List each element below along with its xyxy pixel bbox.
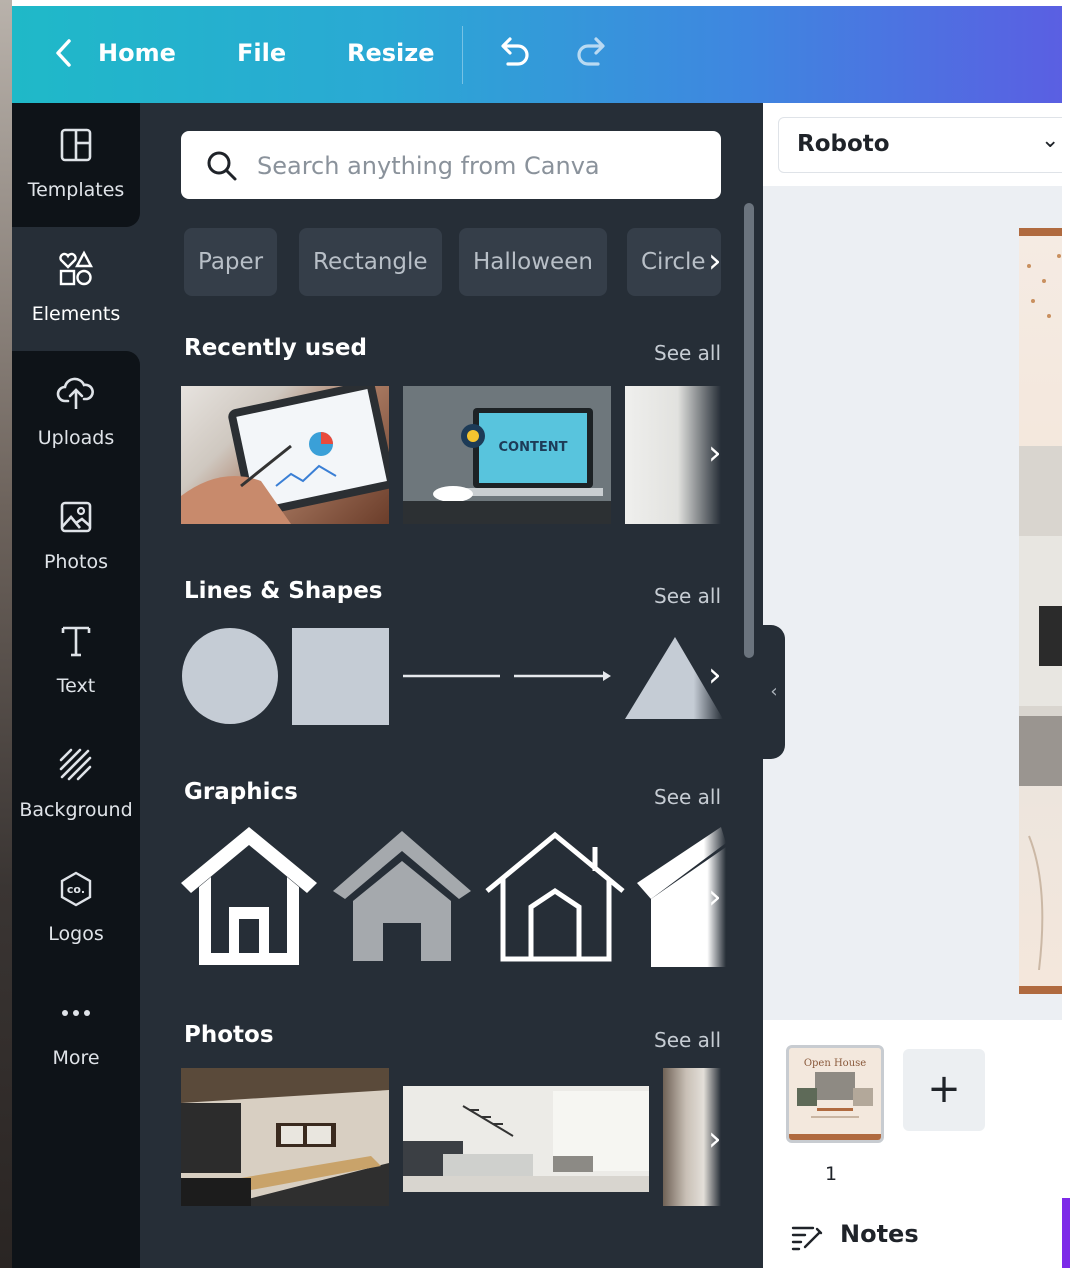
font-selector[interactable]: Roboto ⌄ (778, 117, 1062, 173)
notes-icon[interactable] (791, 1223, 823, 1255)
sidebar-item-text[interactable]: Text (12, 599, 140, 723)
page-number: 1 (825, 1163, 838, 1185)
shape-square[interactable] (292, 628, 389, 725)
canva-editor-window: Home File Resize Templates Elements Uplo… (12, 6, 1062, 1268)
more-dots-icon (56, 993, 96, 1033)
pages-strip: Open House 1 + Notes (763, 1020, 1062, 1268)
sidebar-item-label: Logos (48, 923, 104, 945)
section-title-shapes: Lines & Shapes (184, 578, 383, 604)
photo-thumb-living-room[interactable] (403, 1086, 649, 1192)
house-filled-graphic[interactable] (333, 831, 471, 961)
chevron-down-icon: ⌄ (1041, 128, 1060, 153)
elements-icon (56, 249, 96, 289)
sidebar-item-templates[interactable]: Templates (12, 103, 140, 227)
photo-icon (56, 497, 96, 537)
search-icon (205, 149, 239, 187)
recent-thumb-tablet-photo[interactable] (181, 386, 389, 524)
graphics-next-arrow-icon[interactable]: › (708, 877, 722, 917)
chip-paper[interactable]: Paper (184, 228, 278, 296)
background-strip (0, 0, 12, 1268)
editor-canvas-area: Roboto ⌄ ‹ Open House 1 + Notes (763, 103, 1062, 1268)
design-page-preview[interactable] (1019, 228, 1062, 994)
shapes-next-arrow-icon[interactable]: › (708, 655, 722, 695)
sidebar-item-logos[interactable]: co. Logos (12, 847, 140, 971)
sidebar-item-elements[interactable]: Elements (12, 227, 140, 351)
section-title-photos: Photos (184, 1022, 274, 1048)
house-outline-graphic[interactable] (181, 827, 317, 965)
shape-circle[interactable] (182, 628, 278, 724)
page-thumb-title: Open House (804, 1058, 866, 1069)
home-button[interactable]: Home (98, 39, 176, 67)
svg-text:co.: co. (67, 883, 85, 896)
photo-thumb-kitchen[interactable] (181, 1068, 389, 1206)
templates-icon (56, 125, 96, 165)
redo-icon[interactable] (574, 36, 610, 74)
resize-button[interactable]: Resize (347, 39, 435, 67)
recent-thumb-content-laptop[interactable]: CONTENT (403, 386, 611, 524)
graphics-row (181, 827, 726, 967)
recent-thumb-texture[interactable] (625, 386, 721, 524)
top-toolbar: Home File Resize (12, 6, 1062, 103)
background-hatch-icon (56, 745, 96, 785)
sidebar-item-label: Text (56, 675, 96, 697)
see-all-shapes-link[interactable]: See all (654, 584, 721, 608)
chip-rectangle[interactable]: Rectangle (299, 228, 442, 296)
sidebar-item-more[interactable]: More (12, 971, 140, 1095)
shapes-row (182, 628, 723, 725)
search-input[interactable]: Search anything from Canva (257, 152, 600, 180)
sidebar-item-label: Photos (43, 551, 109, 573)
upload-cloud-icon (56, 373, 96, 413)
add-page-button[interactable]: + (903, 1049, 985, 1131)
accent-edge (1062, 1198, 1070, 1268)
photos-next-arrow-icon[interactable]: › (708, 1119, 722, 1159)
chips-next-arrow-icon[interactable]: › (708, 241, 722, 281)
side-nav: Templates Elements Uploads Photos Text B… (12, 103, 140, 1268)
chip-halloween[interactable]: Halloween (459, 228, 607, 296)
file-menu[interactable]: File (237, 39, 286, 67)
house-line-graphic[interactable] (485, 831, 625, 962)
undo-icon[interactable] (496, 36, 532, 74)
sidebar-item-label: Elements (31, 303, 121, 325)
recent-next-arrow-icon[interactable]: › (708, 433, 722, 473)
page-1-thumbnail[interactable]: Open House (786, 1045, 884, 1143)
section-title-recent: Recently used (184, 335, 367, 361)
panel-scrollbar[interactable] (744, 203, 754, 658)
sidebar-item-label: Templates (27, 179, 125, 201)
notes-button[interactable]: Notes (840, 1220, 919, 1248)
toolbar-divider (462, 26, 463, 84)
see-all-photos-link[interactable]: See all (654, 1028, 721, 1052)
sidebar-item-photos[interactable]: Photos (12, 475, 140, 599)
section-title-graphics: Graphics (184, 779, 298, 805)
content-thumb-text: CONTENT (499, 440, 568, 455)
elements-panel: Search anything from Canva Paper Rectang… (140, 103, 763, 1268)
collapse-panel-button[interactable]: ‹ (763, 625, 785, 759)
sidebar-item-label: More (52, 1047, 100, 1069)
sidebar-item-label: Background (19, 799, 133, 821)
sidebar-item-uploads[interactable]: Uploads (12, 351, 140, 475)
plus-icon: + (927, 1066, 961, 1112)
chip-circle[interactable]: Circle (627, 228, 721, 296)
font-selector-value: Roboto (797, 131, 890, 157)
font-toolbar: Roboto ⌄ (763, 103, 1062, 186)
logo-co-icon: co. (56, 869, 96, 909)
text-icon (56, 621, 96, 661)
chevron-left-icon[interactable] (52, 36, 76, 70)
see-all-graphics-link[interactable]: See all (654, 785, 721, 809)
sidebar-item-label: Uploads (37, 427, 115, 449)
sidebar-item-background[interactable]: Background (12, 723, 140, 847)
see-all-recent-link[interactable]: See all (654, 341, 721, 365)
search-box[interactable]: Search anything from Canva (181, 131, 721, 199)
